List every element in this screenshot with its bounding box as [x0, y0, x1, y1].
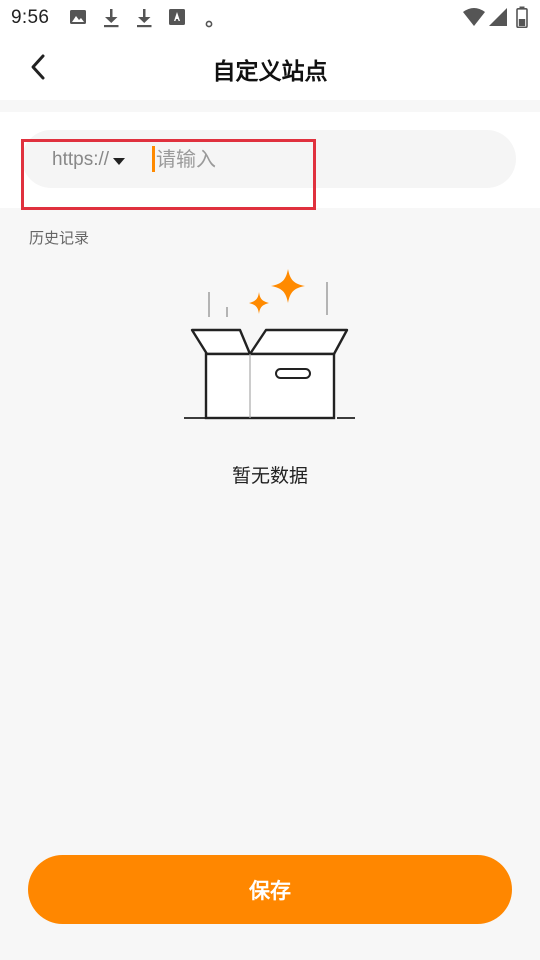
image-icon — [69, 8, 87, 30]
page-title: 自定义站点 — [212, 59, 328, 85]
status-time: 9:56 — [11, 7, 50, 28]
save-button[interactable]: 保存 — [28, 855, 512, 924]
dot-icon — [205, 13, 213, 32]
font-icon — [168, 8, 186, 30]
url-input[interactable] — [156, 143, 496, 175]
download-icon — [135, 8, 153, 32]
text-cursor — [152, 146, 155, 172]
signal-icon — [488, 7, 508, 31]
protocol-label: https:// — [52, 149, 110, 170]
download-icon — [102, 8, 120, 32]
url-field: https:// — [22, 130, 516, 188]
status-bar: 9:56 — [0, 0, 540, 38]
empty-state-text: 暂无数据 — [231, 465, 308, 487]
empty-box-icon — [180, 265, 360, 425]
history-label: 历史记录 — [29, 229, 90, 247]
navigation-bar: 自定义站点 — [0, 38, 540, 100]
protocol-dropdown[interactable]: https:// — [52, 146, 126, 174]
battery-icon — [516, 6, 528, 32]
wifi-icon — [462, 7, 486, 31]
url-section: https:// — [0, 112, 540, 208]
caret-down-icon — [113, 157, 126, 165]
